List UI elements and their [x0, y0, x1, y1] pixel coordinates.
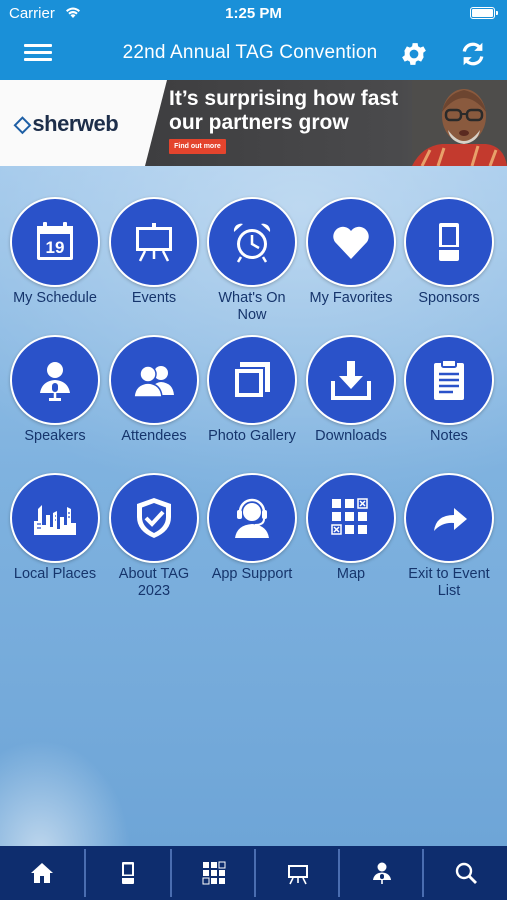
- tile-speakers[interactable]: Speakers: [6, 335, 104, 445]
- map-grid-icon: [331, 498, 368, 535]
- tile-label: About TAG 2023: [118, 566, 190, 599]
- tile-label: Speakers: [24, 428, 86, 444]
- search-icon: [455, 862, 477, 884]
- tile-my-schedule[interactable]: 19 My Schedule: [6, 197, 104, 307]
- tile-circle: [404, 335, 494, 425]
- tile-label: Events: [131, 290, 177, 306]
- tab-home[interactable]: [0, 846, 84, 900]
- tile-map[interactable]: Map: [302, 473, 400, 583]
- tile-label: Attendees: [121, 428, 187, 444]
- download-icon: [331, 361, 371, 400]
- tile-label: Local Places: [13, 566, 97, 582]
- tile-circle: [207, 197, 297, 287]
- tab-sponsors[interactable]: [86, 846, 170, 900]
- tile-downloads[interactable]: Downloads: [302, 335, 400, 445]
- tile-circle: [207, 473, 297, 563]
- tab-map[interactable]: [172, 846, 256, 900]
- home-icon: [31, 863, 53, 883]
- tile-circle: [10, 335, 100, 425]
- tile-label: Photo Gallery: [208, 428, 296, 444]
- heart-icon: [333, 226, 369, 259]
- menu-grid: 19 My Schedule Events What's On Now My F…: [0, 0, 507, 900]
- tile-photo-gallery[interactable]: Photo Gallery: [203, 335, 301, 445]
- tile-label: Notes: [430, 428, 468, 444]
- tile-app-support[interactable]: App Support: [203, 473, 301, 583]
- tile-circle: [207, 335, 297, 425]
- calendar-icon: 19: [37, 222, 73, 260]
- tile-label: My Favorites: [309, 290, 393, 306]
- tab-search[interactable]: [424, 846, 507, 900]
- tile-circle: [404, 473, 494, 563]
- tile-label: Sponsors: [418, 290, 480, 306]
- tile-local-places[interactable]: Local Places: [6, 473, 104, 583]
- tile-circle: [109, 197, 199, 287]
- tile-notes[interactable]: Notes: [400, 335, 498, 445]
- headset-icon: [235, 498, 269, 538]
- booth-icon: [122, 862, 134, 884]
- tile-label: What's On Now: [218, 290, 286, 323]
- city-skyline-icon: [34, 505, 76, 535]
- photos-icon: [233, 362, 270, 399]
- tile-circle: 19: [10, 197, 100, 287]
- booth-icon: [439, 223, 459, 261]
- tile-circle: [306, 473, 396, 563]
- speaker-icon: [373, 862, 391, 884]
- tile-circle: [306, 197, 396, 287]
- tile-sponsors[interactable]: Sponsors: [400, 197, 498, 307]
- tile-circle: [109, 335, 199, 425]
- tile-events[interactable]: Events: [105, 197, 203, 307]
- speaker-icon: [40, 362, 70, 401]
- tab-events[interactable]: [256, 846, 340, 900]
- tile-label: Exit to Event List: [408, 566, 490, 599]
- tile-attendees[interactable]: Attendees: [105, 335, 203, 445]
- clipboard-icon: [434, 359, 464, 400]
- tile-about-tag-2023[interactable]: About TAG 2023: [105, 473, 203, 600]
- people-icon: [133, 365, 174, 398]
- tile-label: Map: [336, 566, 366, 582]
- tab-speakers[interactable]: [340, 846, 424, 900]
- shield-check-icon: [137, 498, 171, 538]
- exit-arrow-icon: [434, 508, 467, 531]
- tile-label: My Schedule: [13, 290, 97, 306]
- tile-exit-to-event-list[interactable]: Exit to Event List: [400, 473, 498, 600]
- easel-icon: [136, 223, 172, 262]
- tile-my-favorites[interactable]: My Favorites: [302, 197, 400, 307]
- tile-circle: [10, 473, 100, 563]
- bottom-tab-bar: [0, 846, 507, 900]
- tile-whats-on-now[interactable]: What's On Now: [203, 197, 301, 324]
- tile-circle: [306, 335, 396, 425]
- alarm-clock-icon: [233, 223, 271, 263]
- map-grid-icon: [202, 861, 226, 885]
- tile-circle: [404, 197, 494, 287]
- tile-label: Downloads: [315, 428, 387, 444]
- tile-label: App Support: [211, 566, 293, 582]
- calendar-day-number: 19: [46, 238, 65, 257]
- easel-icon: [288, 865, 308, 885]
- tile-circle: [109, 473, 199, 563]
